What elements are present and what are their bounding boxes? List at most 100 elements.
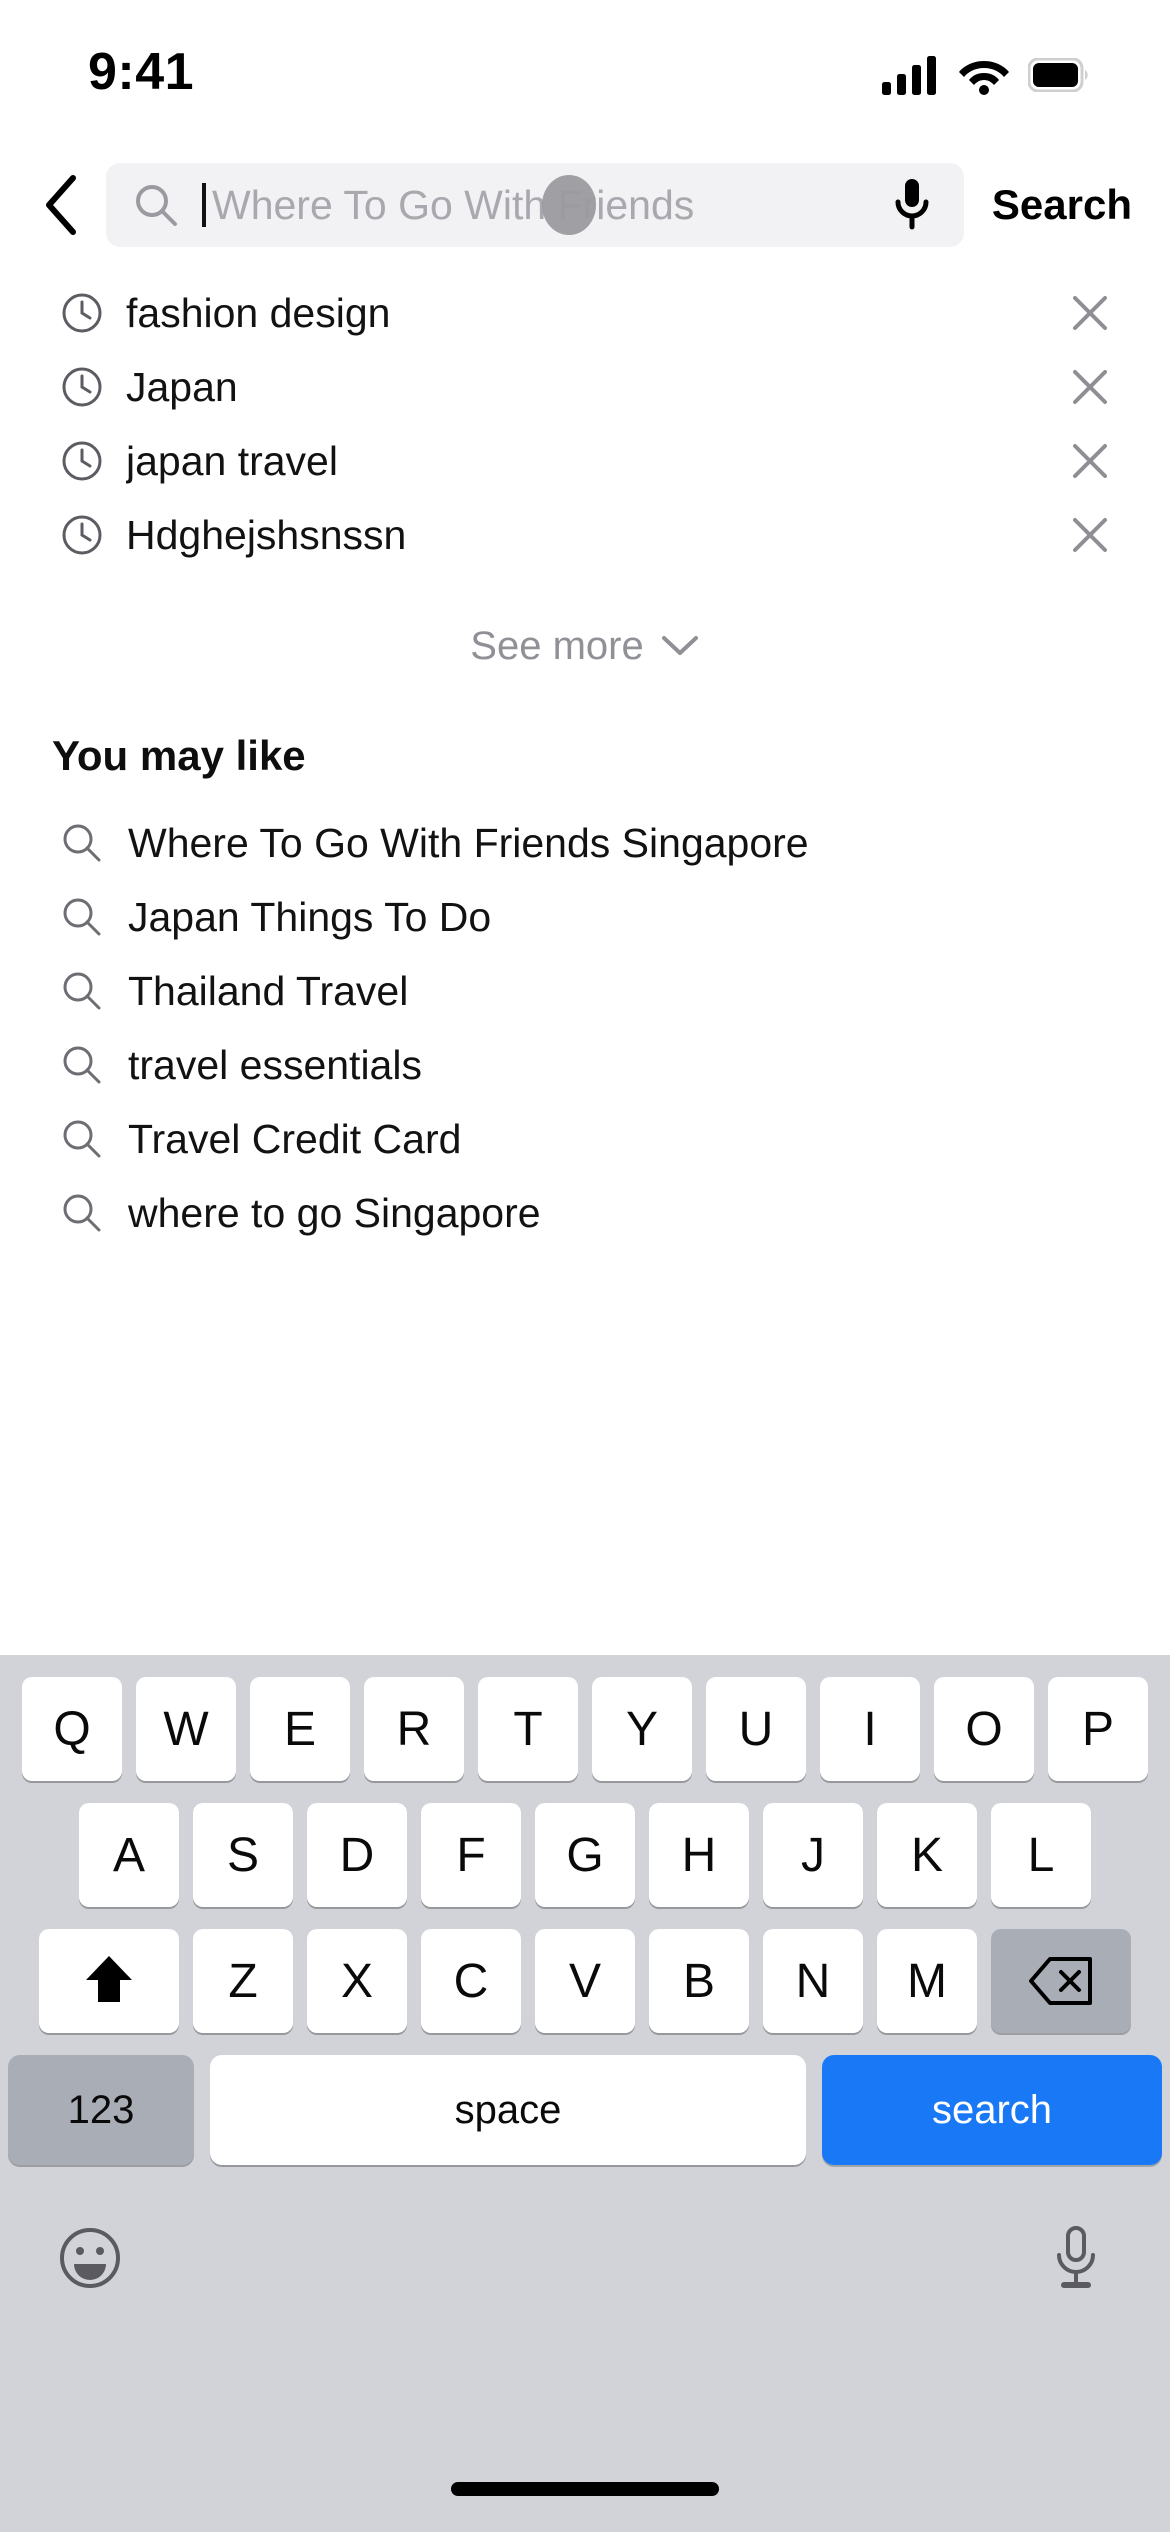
shift-key[interactable]	[39, 1929, 179, 2033]
key-v[interactable]: V	[535, 1929, 635, 2033]
keyboard-row-1: Q W E R T Y U I O P	[0, 1677, 1170, 1781]
list-item[interactable]: travel essentials	[0, 1028, 1170, 1102]
backspace-key[interactable]	[991, 1929, 1131, 2033]
search-history-list: fashion design Japan japan travel Hdghej…	[0, 276, 1170, 572]
dictation-key[interactable]	[1052, 2225, 1100, 2296]
text-cursor	[202, 183, 206, 227]
close-icon[interactable]	[1062, 292, 1118, 334]
search-icon	[60, 1043, 114, 1087]
voice-search-button[interactable]	[882, 177, 942, 233]
keyboard-row-3: Z X C V B N M	[0, 1929, 1170, 2033]
table-row[interactable]: Japan	[0, 350, 1170, 424]
history-item-label: Japan	[126, 363, 238, 410]
microphone-icon	[895, 179, 929, 230]
key-l[interactable]: L	[991, 1803, 1091, 1907]
on-screen-keyboard: Q W E R T Y U I O P A S D F G H J K L Z …	[0, 1655, 1170, 2532]
status-bar: 9:41	[0, 0, 1170, 150]
key-i[interactable]: I	[820, 1677, 920, 1781]
key-c[interactable]: C	[421, 1929, 521, 2033]
key-p[interactable]: P	[1048, 1677, 1148, 1781]
chevron-left-icon	[46, 175, 76, 235]
keyboard-bottom-bar	[0, 2185, 1170, 2335]
table-row[interactable]: Hdghejshsnssn	[0, 498, 1170, 572]
list-item[interactable]: Travel Credit Card	[0, 1102, 1170, 1176]
key-a[interactable]: A	[79, 1803, 179, 1907]
clock-icon	[60, 365, 114, 409]
key-b[interactable]: B	[649, 1929, 749, 2033]
suggestion-label: where to go Singapore	[128, 1189, 541, 1236]
suggestion-list: Where To Go With Friends Singapore Japan…	[0, 806, 1170, 1250]
key-u[interactable]: U	[706, 1677, 806, 1781]
key-x[interactable]: X	[307, 1929, 407, 2033]
key-n[interactable]: N	[763, 1929, 863, 2033]
touch-point-indicator	[542, 175, 596, 235]
history-item-label: japan travel	[126, 437, 338, 484]
history-item-label: fashion design	[126, 289, 391, 336]
search-icon	[60, 821, 114, 865]
key-s[interactable]: S	[193, 1803, 293, 1907]
list-item[interactable]: Thailand Travel	[0, 954, 1170, 1028]
emoji-key[interactable]	[58, 2226, 122, 2295]
search-header: Where To Go With Friends Search	[0, 150, 1170, 260]
history-item-label: Hdghejshsnssn	[126, 511, 407, 558]
emoji-smiley-icon	[60, 2227, 120, 2288]
home-indicator	[451, 2482, 719, 2496]
suggestion-label: Thailand Travel	[128, 967, 409, 1014]
suggestion-label: travel essentials	[128, 1041, 422, 1088]
key-h[interactable]: H	[649, 1803, 749, 1907]
keyboard-row-4: 123 space search	[0, 2055, 1170, 2165]
key-d[interactable]: D	[307, 1803, 407, 1907]
list-item[interactable]: Where To Go With Friends Singapore	[0, 806, 1170, 880]
key-j[interactable]: J	[763, 1803, 863, 1907]
close-icon[interactable]	[1062, 514, 1118, 556]
key-m[interactable]: M	[877, 1929, 977, 2033]
key-z[interactable]: Z	[193, 1929, 293, 2033]
key-r[interactable]: R	[364, 1677, 464, 1781]
search-icon	[132, 181, 180, 229]
keyboard-row-2: A S D F G H J K L	[0, 1803, 1170, 1907]
chevron-down-icon	[661, 636, 698, 655]
key-q[interactable]: Q	[22, 1677, 122, 1781]
numbers-key[interactable]: 123	[8, 2055, 194, 2165]
key-k[interactable]: K	[877, 1803, 977, 1907]
status-icons-group	[882, 55, 1090, 95]
key-e[interactable]: E	[250, 1677, 350, 1781]
key-o[interactable]: O	[934, 1677, 1034, 1781]
shift-arrow-icon	[86, 1956, 132, 2002]
clock-icon	[60, 439, 114, 483]
search-submit-button[interactable]: Search	[992, 181, 1132, 229]
search-input-field[interactable]: Where To Go With Friends	[106, 163, 964, 247]
key-g[interactable]: G	[535, 1803, 635, 1907]
list-item[interactable]: where to go Singapore	[0, 1176, 1170, 1250]
table-row[interactable]: japan travel	[0, 424, 1170, 498]
clock-icon	[60, 291, 114, 335]
search-icon	[60, 895, 114, 939]
see-more-button[interactable]: See more	[0, 602, 1170, 690]
close-icon[interactable]	[1062, 366, 1118, 408]
page-title: You may like	[52, 732, 306, 779]
space-key[interactable]: space	[210, 2055, 806, 2165]
back-button[interactable]	[26, 170, 96, 240]
cellular-signal-icon	[882, 56, 936, 95]
clock-icon	[60, 513, 114, 557]
search-icon	[60, 1191, 114, 1235]
close-icon[interactable]	[1062, 440, 1118, 482]
key-t[interactable]: T	[478, 1677, 578, 1781]
battery-icon	[1028, 58, 1088, 92]
status-time: 9:41	[88, 43, 195, 101]
see-more-label: See more	[470, 623, 644, 668]
key-w[interactable]: W	[136, 1677, 236, 1781]
search-icon	[60, 1117, 114, 1161]
suggestion-label: Travel Credit Card	[128, 1115, 462, 1162]
list-item[interactable]: Japan Things To Do	[0, 880, 1170, 954]
wifi-icon	[959, 61, 1009, 95]
backspace-icon	[1029, 1957, 1092, 2005]
search-key[interactable]: search	[822, 2055, 1162, 2165]
suggestion-label: Where To Go With Friends Singapore	[128, 819, 809, 866]
table-row[interactable]: fashion design	[0, 276, 1170, 350]
suggestion-label: Japan Things To Do	[128, 893, 492, 940]
search-icon	[60, 969, 114, 1013]
key-f[interactable]: F	[421, 1803, 521, 1907]
key-y[interactable]: Y	[592, 1677, 692, 1781]
search-content: fashion design Japan japan travel Hdghej…	[0, 260, 1170, 1250]
